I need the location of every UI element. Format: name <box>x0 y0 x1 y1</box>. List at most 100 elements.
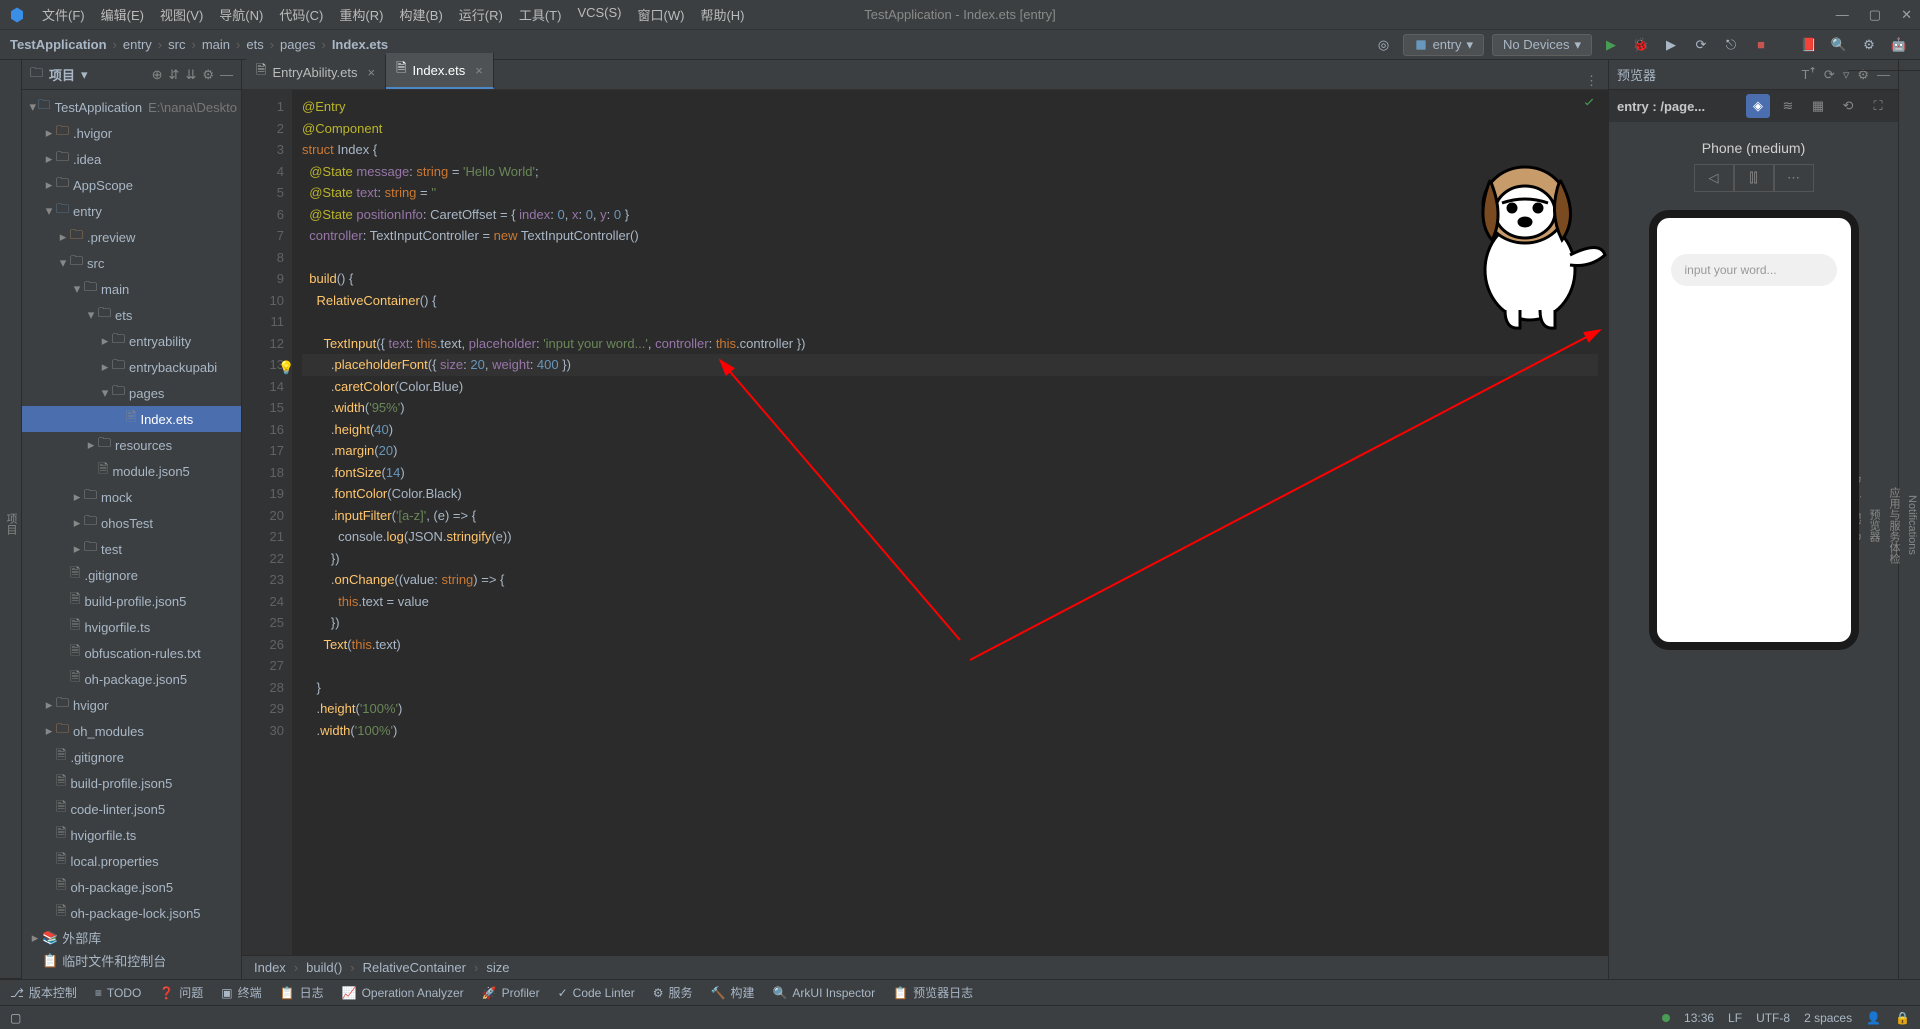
menu-item[interactable]: 帮助(H) <box>694 3 750 26</box>
breadcrumb-item[interactable]: Index.ets <box>332 37 388 52</box>
tree-node[interactable]: ▸🗀.hvigor <box>22 120 241 146</box>
stop-icon[interactable]: ■ <box>1750 34 1772 56</box>
tree-node[interactable]: ▸🗀.idea <box>22 146 241 172</box>
left-gutter-tab[interactable]: 项目 <box>1 70 21 979</box>
debug-icon[interactable]: 🐞 <box>1630 34 1652 56</box>
tree-node[interactable]: ▾🗀src <box>22 250 241 276</box>
menu-item[interactable]: 代码(C) <box>273 3 329 26</box>
bottom-tool-item[interactable]: ⚙服务 <box>653 984 693 1001</box>
preview-text-input[interactable]: input your word... <box>1671 254 1837 286</box>
inspection-status-icon[interactable] <box>1582 96 1596 113</box>
hide-icon[interactable]: — <box>220 67 233 83</box>
tree-node[interactable]: ▾🗀main <box>22 276 241 302</box>
tree-node[interactable]: ▸🗀resources <box>22 432 241 458</box>
tree-node[interactable]: ▸🗀.preview <box>22 224 241 250</box>
menu-item[interactable]: 重构(R) <box>333 3 389 26</box>
coverage-icon[interactable]: ▶ <box>1660 34 1682 56</box>
tree-node[interactable]: ▸🗀entrybackupabi <box>22 354 241 380</box>
view-mode-2-icon[interactable]: ≋ <box>1776 94 1800 118</box>
bottom-tool-item[interactable]: 📋日志 <box>280 984 324 1001</box>
tree-node[interactable]: 🗎hvigorfile.ts <box>22 822 241 848</box>
tree-node[interactable]: ▾🗀entry <box>22 198 241 224</box>
locate-icon[interactable]: ⊕ <box>152 67 163 83</box>
tree-node[interactable]: ▸🗀test <box>22 536 241 562</box>
tree-node[interactable]: 🗎oh-package-lock.json5 <box>22 900 241 926</box>
right-gutter-tab[interactable]: 预览器 <box>1864 70 1884 979</box>
bottom-tool-item[interactable]: ⎇版本控制 <box>10 984 77 1001</box>
tree-node[interactable]: 🗎.gitignore <box>22 562 241 588</box>
tree-node[interactable]: ▸🗀mock <box>22 484 241 510</box>
tree-node[interactable]: ▸🗀oh_modules <box>22 718 241 744</box>
right-gutter-tab[interactable]: Notifications <box>1904 70 1920 979</box>
tree-node[interactable]: 🗎build-profile.json5 <box>22 588 241 614</box>
breadcrumb-item[interactable]: pages <box>280 37 315 52</box>
menu-item[interactable]: 窗口(W) <box>632 3 691 26</box>
code-editor[interactable]: @Entry@Componentstruct Index { @State me… <box>292 90 1608 955</box>
tree-node[interactable]: ▸🗀AppScope <box>22 172 241 198</box>
code-breadcrumb-item[interactable]: size <box>486 960 509 975</box>
expand-icon[interactable]: ⇵ <box>169 67 180 83</box>
code-breadcrumb-item[interactable]: Index <box>254 960 286 975</box>
bottom-tool-item[interactable]: 🔍ArkUI Inspector <box>772 986 875 1000</box>
menu-item[interactable]: 运行(R) <box>453 3 509 26</box>
code-breadcrumb-item[interactable]: build() <box>306 960 342 975</box>
grid-icon[interactable]: ▦ <box>1806 94 1830 118</box>
attach-icon[interactable]: ⎋ <box>1720 34 1742 56</box>
bottom-tool-item[interactable]: ≡TODO <box>95 986 141 1000</box>
refresh-icon[interactable]: ⟳ <box>1824 67 1835 83</box>
breadcrumb-item[interactable]: main <box>202 37 230 52</box>
close-tab-icon[interactable]: × <box>475 63 483 78</box>
menu-item[interactable]: 编辑(E) <box>95 3 150 26</box>
tree-node[interactable]: ▸🗀hvigor <box>22 692 241 718</box>
status-line-ending[interactable]: LF <box>1728 1011 1742 1025</box>
breadcrumb-item[interactable]: src <box>168 37 185 52</box>
bottom-tool-item[interactable]: 📋预览器日志 <box>893 984 973 1001</box>
tree-node[interactable]: 🗎Index.ets <box>22 406 241 432</box>
book-icon[interactable]: 📕 <box>1798 34 1820 56</box>
code-breadcrumb-item[interactable]: RelativeContainer <box>363 960 466 975</box>
close-icon[interactable]: ✕ <box>1901 7 1912 23</box>
left-gutter-tab[interactable]: 结构 <box>0 70 1 979</box>
editor-tab[interactable]: 🗎EntryAbility.ets× <box>246 55 386 89</box>
breadcrumb-item[interactable]: entry <box>123 37 152 52</box>
tree-node[interactable]: ▾🗀TestApplicationE:\nana\Deskto <box>22 94 241 120</box>
settings-icon[interactable]: ⚙ <box>1858 34 1880 56</box>
tree-node[interactable]: ▾🗀ets <box>22 302 241 328</box>
bottom-tool-item[interactable]: ❓问题 <box>159 984 203 1001</box>
project-tree[interactable]: ▾🗀TestApplicationE:\nana\Deskto▸🗀.hvigor… <box>22 90 241 979</box>
collapse-icon[interactable]: ⇊ <box>185 67 196 83</box>
tree-node[interactable]: ▸🗀ohosTest <box>22 510 241 536</box>
tree-node[interactable]: 🗎oh-package.json5 <box>22 666 241 692</box>
tree-node[interactable]: 📋临时文件和控制台 <box>22 949 241 972</box>
restart-icon[interactable]: ⟳ <box>1690 34 1712 56</box>
menu-item[interactable]: 导航(N) <box>213 3 269 26</box>
status-box-icon[interactable]: ▢ <box>10 1011 21 1025</box>
device-dropdown[interactable]: No Devices▾ <box>1492 34 1592 56</box>
bottom-tool-item[interactable]: 📈Operation Analyzer <box>342 986 464 1000</box>
minimize-icon[interactable]: — <box>1836 7 1849 23</box>
bottom-tool-item[interactable]: 🚀Profiler <box>482 986 540 1000</box>
tree-node[interactable]: 🗎obfuscation-rules.txt <box>22 640 241 666</box>
preview-back-icon[interactable]: ◁ <box>1694 164 1734 192</box>
editor-tab[interactable]: 🗎Index.ets× <box>386 53 494 89</box>
run-config-dropdown[interactable]: entry▾ <box>1403 34 1484 56</box>
search-icon[interactable]: 🔍 <box>1828 34 1850 56</box>
robot-icon[interactable]: 🤖 <box>1888 34 1910 56</box>
target-icon[interactable]: ◎ <box>1373 34 1395 56</box>
breadcrumb-item[interactable]: ets <box>246 37 263 52</box>
tabs-more-icon[interactable]: ⋮ <box>1575 73 1608 89</box>
tree-node[interactable]: ▾🗀pages <box>22 380 241 406</box>
menu-item[interactable]: 构建(B) <box>393 3 448 26</box>
text-icon[interactable]: Tꜛ <box>1801 67 1815 83</box>
menu-item[interactable]: 文件(F) <box>36 3 91 26</box>
tree-node[interactable]: 🗎hvigorfile.ts <box>22 614 241 640</box>
menu-item[interactable]: 工具(T) <box>513 3 568 26</box>
menu-item[interactable]: VCS(S) <box>571 3 627 26</box>
run-icon[interactable]: ▶ <box>1600 34 1622 56</box>
tree-node[interactable]: 🗎local.properties <box>22 848 241 874</box>
tree-node[interactable]: 🗎code-linter.json5 <box>22 796 241 822</box>
tree-node[interactable]: 🗎build-profile.json5 <box>22 770 241 796</box>
tree-node[interactable]: 🗎module.json5 <box>22 458 241 484</box>
bottom-tool-item[interactable]: 🔨构建 <box>710 984 754 1001</box>
menu-item[interactable]: 视图(V) <box>154 3 209 26</box>
